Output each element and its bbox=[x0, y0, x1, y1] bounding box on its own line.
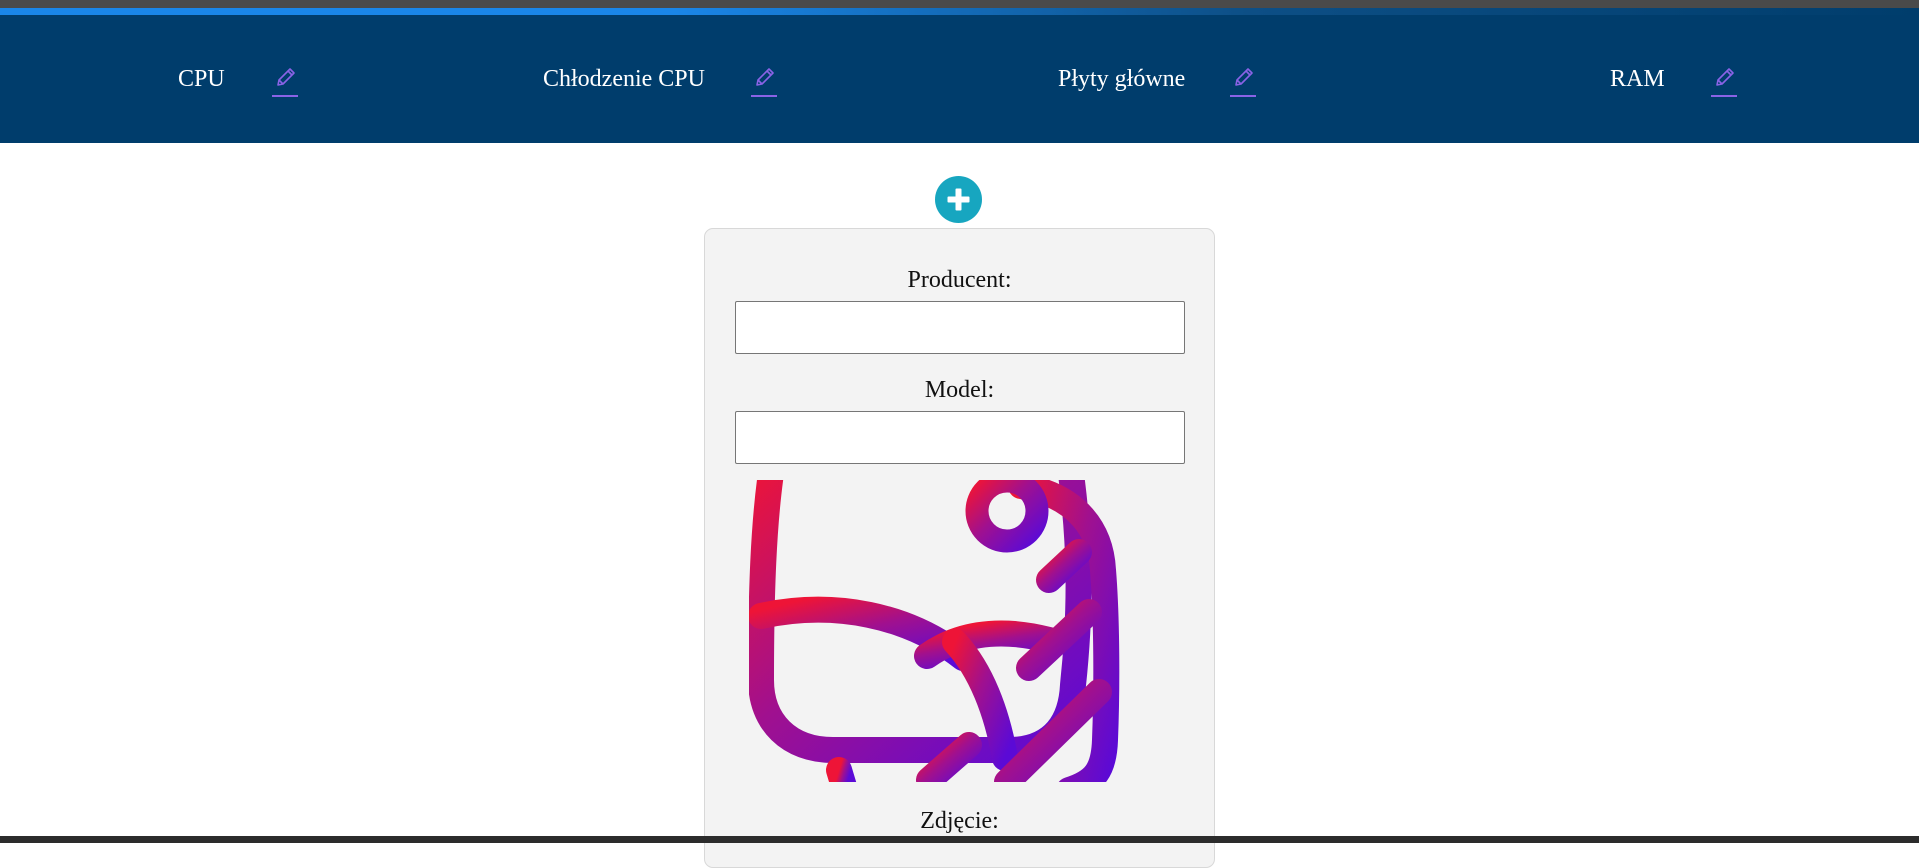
pencil-icon bbox=[1716, 68, 1734, 86]
taskbar-strip bbox=[0, 836, 1919, 843]
image-preview bbox=[749, 480, 1177, 782]
nav-item-ram: RAM bbox=[1610, 59, 1737, 99]
browser-top-strip bbox=[0, 0, 1919, 8]
category-navbar: CPU Chłodzenie CPU Płyty główne RAM bbox=[0, 15, 1919, 143]
nav-label-cpu-cooling: Chłodzenie CPU bbox=[543, 65, 705, 92]
add-product-form: Producent: Model: Zdjęcie: bbox=[704, 228, 1215, 868]
image-placeholder-icon bbox=[749, 480, 1120, 782]
edit-ram-button[interactable] bbox=[1711, 59, 1741, 99]
nav-item-cpu-cooling: Chłodzenie CPU bbox=[543, 59, 777, 99]
page-loading-bar bbox=[0, 8, 1919, 15]
pencil-icon bbox=[756, 68, 774, 86]
model-input[interactable] bbox=[735, 411, 1185, 464]
producer-label: Producent: bbox=[907, 267, 1012, 293]
producer-input[interactable] bbox=[735, 301, 1185, 354]
pencil-icon bbox=[277, 68, 295, 86]
model-label: Model: bbox=[924, 377, 995, 403]
photo-label: Zdjęcie: bbox=[920, 808, 999, 834]
plus-icon bbox=[947, 188, 970, 211]
nav-item-motherboards: Płyty główne bbox=[1058, 59, 1256, 99]
edit-cpu-cooling-button[interactable] bbox=[751, 59, 781, 99]
nav-label-motherboards: Płyty główne bbox=[1058, 65, 1186, 92]
edit-cpu-button[interactable] bbox=[272, 59, 302, 99]
pencil-icon bbox=[1235, 68, 1253, 86]
edit-motherboards-button[interactable] bbox=[1230, 59, 1260, 99]
nav-label-ram: RAM bbox=[1610, 65, 1665, 92]
add-item-button[interactable] bbox=[935, 176, 982, 223]
nav-item-cpu: CPU bbox=[178, 59, 298, 99]
nav-label-cpu: CPU bbox=[178, 65, 225, 92]
